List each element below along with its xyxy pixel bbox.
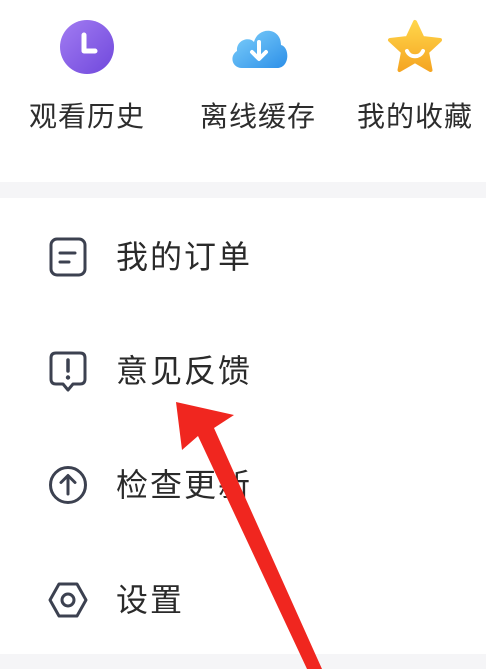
- star-icon: [388, 20, 442, 72]
- quick-action-offline-cache[interactable]: 离线缓存: [183, 18, 333, 158]
- order-icon: [49, 237, 87, 277]
- settings-icon: [48, 582, 88, 618]
- quick-action-offline-cache-label: 离线缓存: [199, 100, 316, 133]
- menu-item-settings-label: 设置: [116, 581, 185, 619]
- menu-item-my-orders-label: 我的订单: [116, 238, 253, 276]
- update-icon: [49, 466, 87, 504]
- quick-action-history-label: 观看历史: [28, 100, 145, 133]
- quick-action-favorites-label: 我的收藏: [356, 100, 473, 133]
- menu-item-check-update[interactable]: 检查更新: [0, 438, 486, 528]
- section-divider: [0, 182, 486, 198]
- clock-icon: [60, 20, 114, 74]
- menu-item-my-orders[interactable]: 我的订单: [0, 210, 486, 300]
- menu-item-feedback[interactable]: 意见反馈: [0, 324, 486, 414]
- bottom-divider: [0, 654, 486, 669]
- menu-item-check-update-label: 检查更新: [116, 466, 253, 504]
- feedback-icon: [49, 351, 87, 392]
- menu-item-settings[interactable]: 设置: [0, 553, 486, 643]
- cloud-download-icon: [232, 30, 288, 68]
- quick-action-favorites[interactable]: 我的收藏: [340, 18, 486, 158]
- quick-action-history[interactable]: 观看历史: [12, 18, 162, 158]
- menu-item-feedback-label: 意见反馈: [116, 352, 253, 390]
- quick-actions-row: 观看历史 离线缓存 我的收藏: [0, 0, 486, 180]
